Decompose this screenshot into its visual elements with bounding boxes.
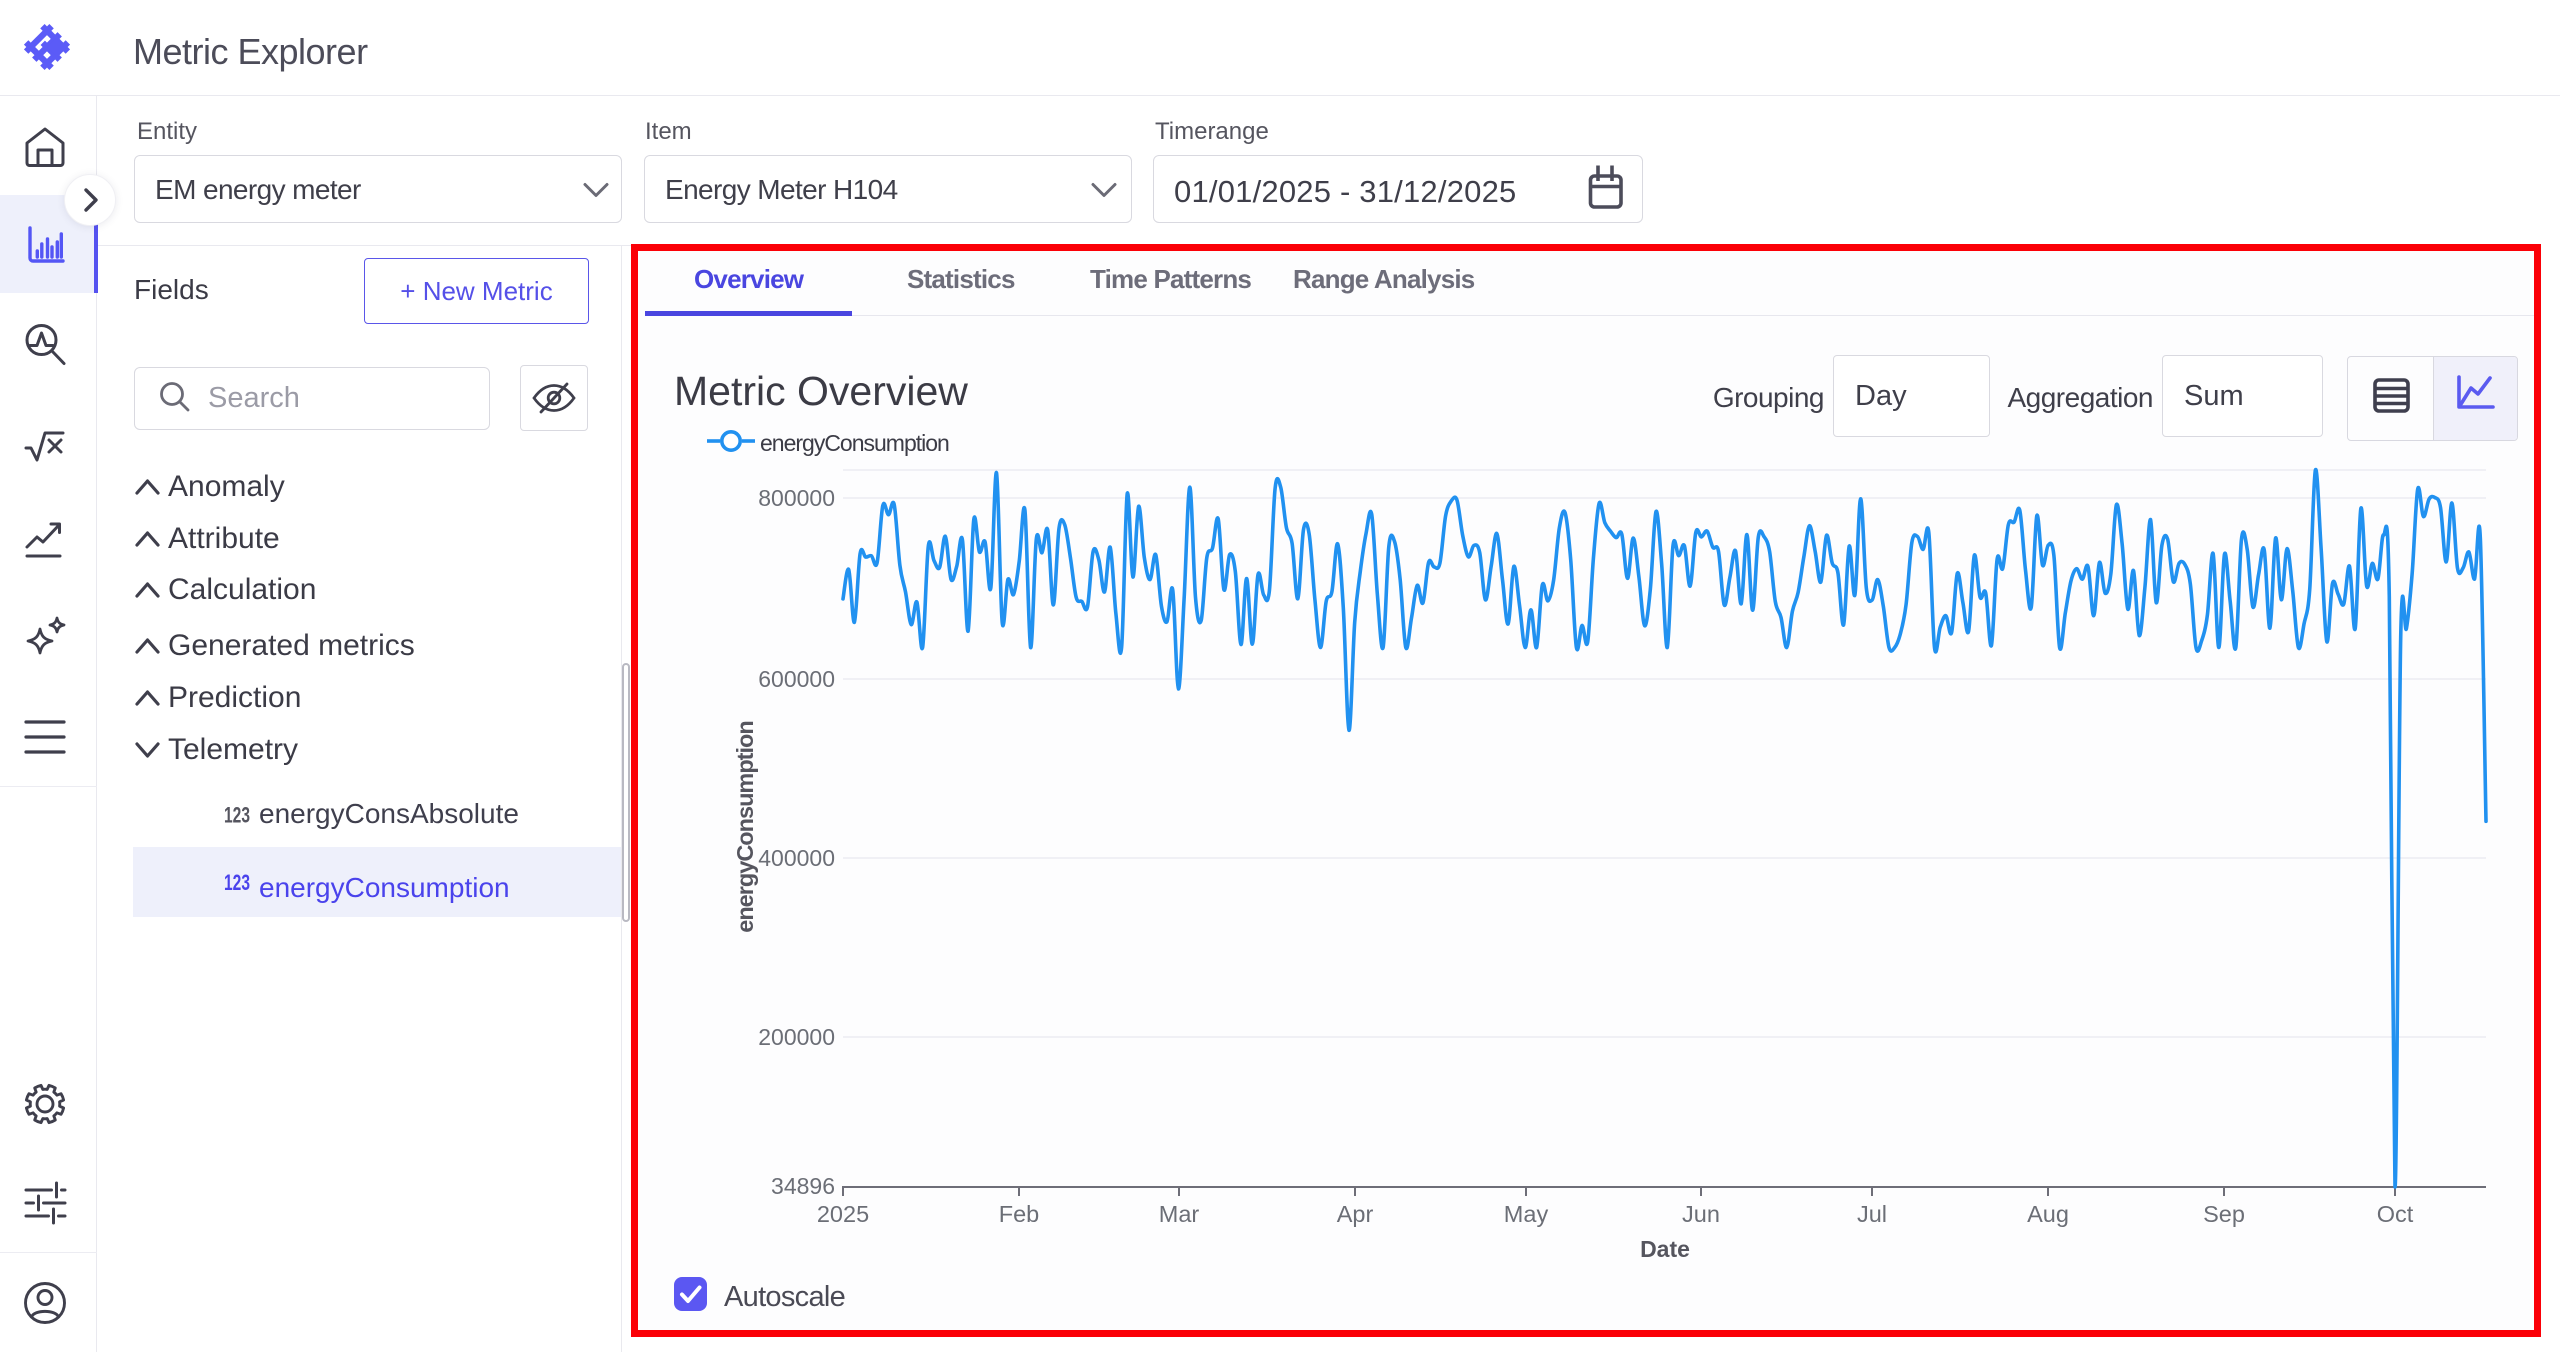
svg-text:34896: 34896: [771, 1173, 835, 1199]
svg-text:Apr: Apr: [1337, 1201, 1374, 1227]
svg-text:Mar: Mar: [1159, 1201, 1200, 1227]
svg-text:400000: 400000: [758, 845, 835, 871]
svg-text:Date: Date: [1640, 1236, 1690, 1262]
svg-text:May: May: [1504, 1201, 1549, 1227]
svg-text:energyConsumption: energyConsumption: [732, 721, 758, 932]
svg-text:Jul: Jul: [1857, 1201, 1887, 1227]
svg-text:200000: 200000: [758, 1024, 835, 1050]
svg-text:Feb: Feb: [999, 1201, 1040, 1227]
svg-text:123: 123: [224, 870, 250, 895]
svg-text:Sep: Sep: [2203, 1201, 2245, 1227]
svg-text:Aug: Aug: [2027, 1201, 2069, 1227]
svg-text:600000: 600000: [758, 666, 835, 692]
svg-text:2025: 2025: [817, 1201, 869, 1227]
svg-text:123: 123: [224, 803, 250, 828]
svg-text:Oct: Oct: [2377, 1201, 2414, 1227]
svg-text:800000: 800000: [758, 485, 835, 511]
svg-text:Jun: Jun: [1682, 1201, 1720, 1227]
